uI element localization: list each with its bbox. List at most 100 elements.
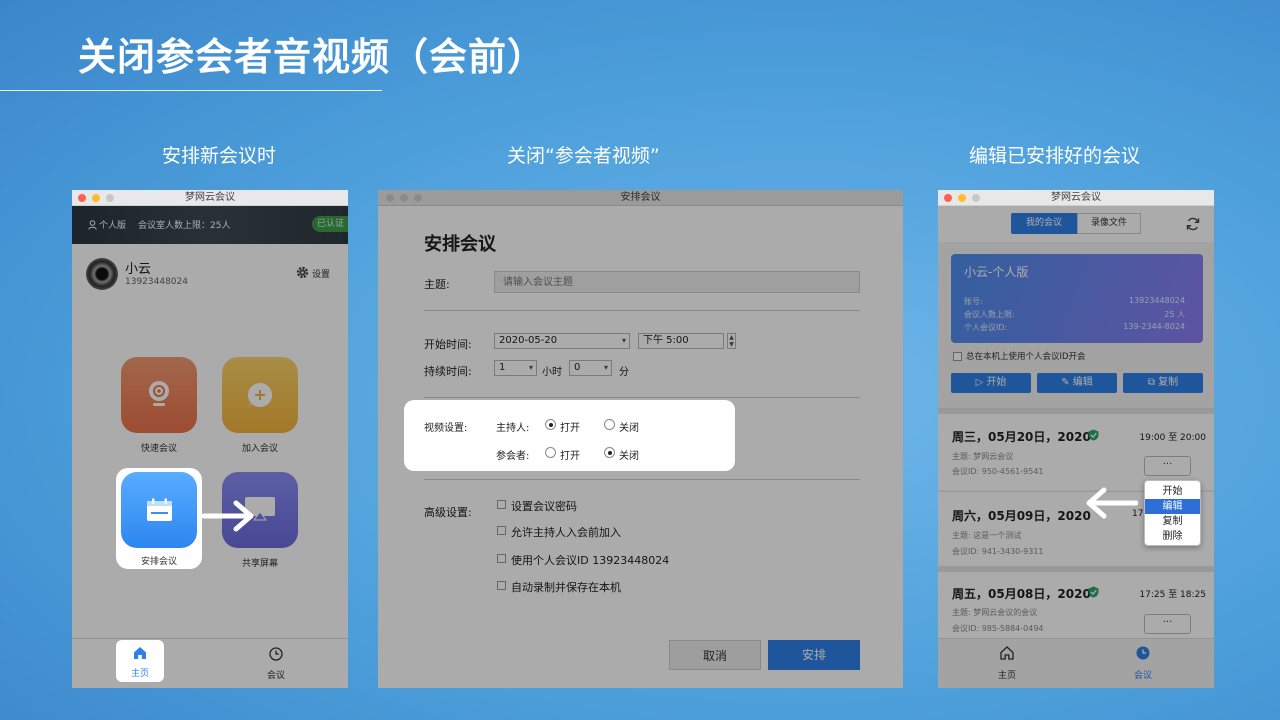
start-time-value: 下午 5:00	[643, 335, 689, 346]
menu-item-start[interactable]: 开始	[1145, 484, 1200, 499]
start-meeting-button[interactable]: ▷ 开始	[951, 373, 1031, 393]
tab-recordings[interactable]: 录像文件	[1077, 213, 1141, 234]
avatar[interactable]	[86, 258, 118, 290]
gear-icon	[296, 266, 309, 279]
menu-item-delete[interactable]: 删除	[1145, 529, 1200, 544]
meeting-time: 17:25 至 18:25	[1139, 590, 1206, 600]
host-label: 主持人:	[496, 423, 530, 434]
hours-select[interactable]: 1 ▾	[494, 360, 537, 376]
nav-meetings[interactable]: 会议	[251, 647, 301, 681]
caption-new-meeting: 安排新会议时	[162, 145, 277, 167]
zoom-window-button[interactable]	[106, 194, 114, 202]
card-account-label: 账号:	[964, 297, 983, 306]
refresh-icon[interactable]	[1186, 217, 1200, 231]
tab-my-meetings[interactable]: 我的会议	[1011, 213, 1077, 234]
dialog-heading: 安排会议	[424, 234, 496, 255]
nav-home[interactable]: 主页	[982, 646, 1032, 682]
minutes-value: 0	[574, 362, 581, 373]
title-divider	[0, 90, 382, 91]
caption-disable-video: 关闭“参会者视频”	[507, 145, 660, 167]
topic-label: 主题:	[424, 278, 450, 291]
use-personal-id-checkbox[interactable]	[953, 352, 962, 361]
host-video-on-radio[interactable]	[545, 419, 556, 430]
close-window-button[interactable]	[944, 194, 952, 202]
settings-button[interactable]: 设置	[296, 266, 336, 280]
minimize-window-button[interactable]	[400, 194, 408, 202]
zoom-window-button[interactable]	[972, 194, 980, 202]
meeting-date: 周六，05月09日，2020	[952, 509, 1091, 523]
verified-badge: 已认证	[312, 216, 348, 232]
menu-item-copy[interactable]: 复制	[1145, 514, 1200, 529]
minimize-window-button[interactable]	[958, 194, 966, 202]
option-personal-id: 使用个人会议ID 13923448024	[511, 554, 670, 567]
start-date-value: 2020-05-20	[499, 335, 558, 346]
meeting-date: 周三，05月20日，2020	[952, 430, 1091, 444]
video-settings-panel: 视频设置: 主持人: 打开 关闭 参会者: 打开 关闭	[404, 400, 735, 471]
nav-home[interactable]: 主页	[116, 640, 164, 682]
shield-check-icon	[1088, 429, 1099, 441]
schedule-dialog-window: 安排会议 安排会议 主题: 开始时间: 2020-05-20▾ 下午 5:00 …	[378, 190, 903, 688]
advanced-label: 高级设置:	[424, 506, 472, 519]
zoom-window-button[interactable]	[414, 194, 422, 202]
topic-input[interactable]	[494, 271, 860, 293]
menu-item-edit[interactable]: 编辑	[1145, 499, 1200, 514]
start-time-picker[interactable]: 下午 5:00	[638, 333, 724, 349]
more-options-button[interactable]: ···	[1144, 456, 1191, 476]
nav-meetings-label: 会议	[1133, 671, 1152, 681]
edition-label: 个人版	[99, 221, 127, 231]
account-header: 个人版 会议室人数上限：25人 已认证	[72, 206, 348, 244]
minimize-window-button[interactable]	[92, 194, 100, 202]
right-arrow-icon	[202, 500, 254, 532]
window-titlebar: 梦网云会议	[938, 190, 1214, 206]
card-capacity-value: 25 人	[1164, 310, 1185, 319]
more-options-button[interactable]: ···	[1144, 614, 1191, 634]
join-meeting-tile[interactable]	[222, 357, 298, 433]
meeting-id: 会议ID: 985-5884-0494	[952, 624, 1044, 633]
caption-edit-meeting: 编辑已安排好的会议	[969, 145, 1141, 167]
close-window-button[interactable]	[386, 194, 394, 202]
close-window-button[interactable]	[78, 194, 86, 202]
person-icon	[88, 220, 97, 230]
hours-unit: 小时	[542, 367, 562, 378]
host-video-off-radio[interactable]	[604, 419, 615, 430]
copy-icon: ⧉	[1147, 377, 1159, 388]
schedule-meeting-tile[interactable]	[121, 472, 197, 548]
participant-on-label: 打开	[560, 451, 580, 462]
schedule-submit-button[interactable]: 安排	[768, 640, 860, 670]
participant-video-on-radio[interactable]	[545, 447, 556, 458]
schedule-meeting-label: 安排会议	[140, 557, 177, 567]
cancel-button[interactable]: 取消	[669, 640, 761, 670]
card-pmi-label: 个人会议ID:	[964, 323, 1008, 332]
card-title: 小云-个人版	[964, 265, 1029, 279]
minutes-select[interactable]: 0 ▾	[569, 360, 612, 376]
join-before-host-checkbox[interactable]	[497, 526, 506, 535]
play-icon: ▷	[975, 377, 987, 388]
chevron-down-icon: ▾	[621, 336, 626, 345]
personal-id-checkbox[interactable]	[497, 554, 506, 563]
divider	[424, 310, 860, 311]
time-stepper[interactable]: ▲ ▼	[727, 333, 736, 349]
participant-video-off-radio[interactable]	[604, 447, 615, 458]
account-card: 小云-个人版 账号: 13923448024 会议人数上限: 25 人 个人会议…	[951, 254, 1203, 343]
option-password: 设置会议密码	[511, 500, 577, 513]
pencil-icon: ✎	[1061, 377, 1073, 388]
meeting-item[interactable]: 周三，05月20日，2020 19:00 至 20:00 主题: 梦网云会议 会…	[938, 414, 1214, 490]
plus-chat-icon	[248, 383, 272, 407]
meeting-topic: 主题: 这是一个测试	[952, 531, 1022, 540]
nav-meetings[interactable]: 会议	[1118, 646, 1168, 682]
bottom-nav	[72, 638, 348, 688]
password-checkbox[interactable]	[497, 500, 506, 509]
edit-meeting-button[interactable]: ✎ 编辑	[1037, 373, 1117, 393]
copy-meeting-button[interactable]: ⧉ 复制	[1123, 373, 1203, 393]
start-date-picker[interactable]: 2020-05-20 ▾	[494, 333, 630, 349]
user-name: 小云	[125, 262, 152, 277]
meeting-date: 周五，05月08日，2020	[952, 587, 1091, 601]
window-titlebar: 安排会议	[378, 190, 903, 206]
window-title: 安排会议	[620, 192, 661, 203]
meeting-id: 会议ID: 941-3430-9311	[952, 547, 1044, 556]
quick-meeting-tile[interactable]	[121, 357, 197, 433]
join-meeting-label: 加入会议	[241, 444, 278, 454]
duration-label: 持续时间:	[424, 365, 472, 378]
capacity-label: 会议室人数上限：25人	[138, 221, 231, 231]
auto-record-checkbox[interactable]	[497, 581, 506, 590]
